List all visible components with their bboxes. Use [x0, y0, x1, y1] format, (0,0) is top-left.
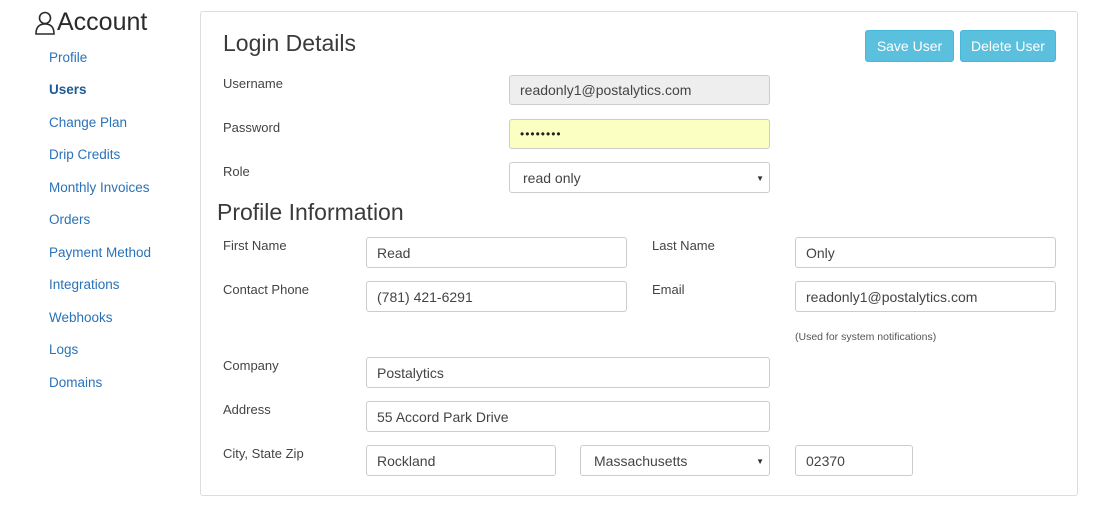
- role-select[interactable]: read only ▼: [509, 162, 770, 193]
- password-field[interactable]: ••••••••: [509, 119, 770, 149]
- sidebar-item-users[interactable]: Users: [49, 81, 87, 99]
- account-title: Account: [34, 8, 147, 37]
- role-value: read only: [523, 169, 581, 186]
- city-field[interactable]: Rockland: [366, 445, 556, 476]
- save-user-button[interactable]: Save User: [865, 30, 954, 62]
- username-value: readonly1@postalytics.com: [520, 82, 692, 98]
- sidebar-item-orders[interactable]: Orders: [49, 211, 90, 229]
- sidebar-item-logs[interactable]: Logs: [49, 341, 78, 359]
- sidebar-item-payment-method[interactable]: Payment Method: [49, 244, 151, 262]
- profile-information-heading: Profile Information: [217, 199, 404, 225]
- contact-phone-field[interactable]: (781) 421-6291: [366, 281, 627, 312]
- account-sidebar: Account Profile Users Change Plan Drip C…: [0, 0, 195, 509]
- company-field[interactable]: Postalytics: [366, 357, 770, 388]
- company-label: Company: [223, 358, 279, 373]
- last-name-label: Last Name: [652, 238, 715, 253]
- user-icon: [35, 11, 55, 35]
- caret-down-icon: ▼: [756, 457, 764, 466]
- password-value: ••••••••: [520, 127, 562, 141]
- sidebar-item-change-plan[interactable]: Change Plan: [49, 114, 127, 132]
- username-label: Username: [223, 76, 283, 91]
- first-name-field[interactable]: Read: [366, 237, 627, 268]
- city-value: Rockland: [377, 452, 436, 469]
- state-value: Massachusetts: [594, 452, 688, 469]
- address-value: 55 Accord Park Drive: [377, 408, 509, 425]
- company-value: Postalytics: [377, 364, 444, 381]
- email-field[interactable]: readonly1@postalytics.com: [795, 281, 1056, 312]
- sidebar-item-domains[interactable]: Domains: [49, 374, 102, 392]
- sidebar-item-profile[interactable]: Profile: [49, 49, 87, 67]
- email-label: Email: [652, 282, 685, 297]
- delete-user-button[interactable]: Delete User: [960, 30, 1056, 62]
- sidebar-item-monthly-invoices[interactable]: Monthly Invoices: [49, 179, 150, 197]
- username-field[interactable]: readonly1@postalytics.com: [509, 75, 770, 105]
- email-value: readonly1@postalytics.com: [806, 288, 978, 305]
- city-state-zip-label: City, State Zip: [223, 446, 304, 461]
- account-title-text: Account: [57, 8, 148, 36]
- caret-down-icon: ▼: [756, 174, 764, 183]
- sidebar-item-webhooks[interactable]: Webhooks: [49, 309, 113, 327]
- first-name-label: First Name: [223, 238, 287, 253]
- sidebar-item-integrations[interactable]: Integrations: [49, 276, 120, 294]
- sidebar-item-drip-credits[interactable]: Drip Credits: [49, 146, 120, 164]
- first-name-value: Read: [377, 244, 411, 261]
- address-label: Address: [223, 402, 271, 417]
- contact-phone-value: (781) 421-6291: [377, 288, 473, 305]
- last-name-value: Only: [806, 244, 835, 261]
- contact-phone-label: Contact Phone: [223, 282, 310, 297]
- role-label: Role: [223, 164, 250, 179]
- address-field[interactable]: 55 Accord Park Drive: [366, 401, 770, 432]
- state-select[interactable]: Massachusetts ▼: [580, 445, 770, 476]
- email-hint: (Used for system notifications): [795, 331, 937, 343]
- password-label: Password: [223, 120, 281, 135]
- zip-field[interactable]: 02370: [795, 445, 913, 476]
- zip-value: 02370: [806, 452, 845, 469]
- last-name-field[interactable]: Only: [795, 237, 1056, 268]
- login-details-heading: Login Details: [223, 30, 356, 56]
